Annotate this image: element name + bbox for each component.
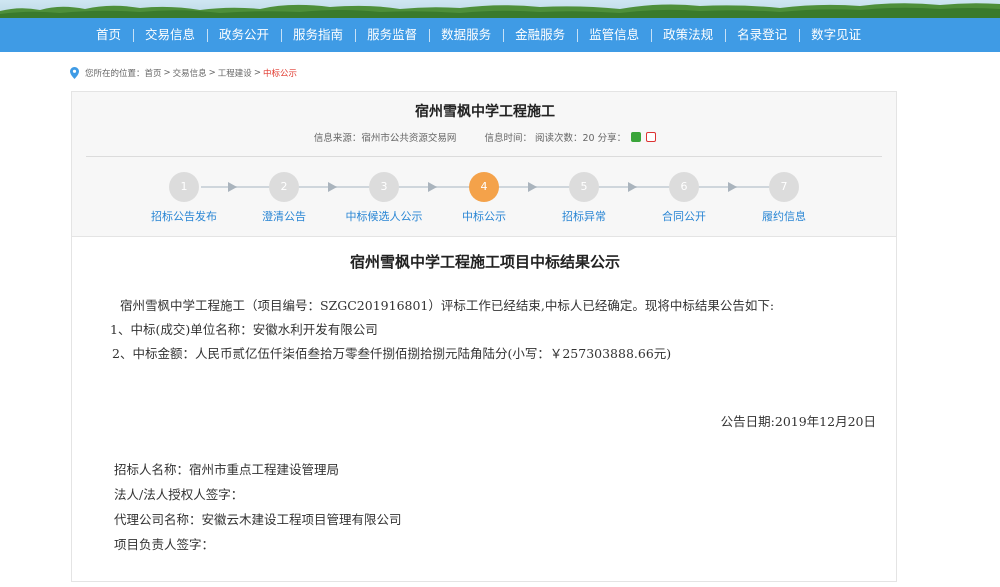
breadcrumb: 您所在的位置： 首页 > 交易信息 > 工程建设 > 中标公示 (70, 66, 297, 80)
nav-policy-law[interactable]: 政策法规 (651, 18, 725, 52)
nav-registry[interactable]: 名录登记 (725, 18, 799, 52)
step-7-circle[interactable]: 7 (769, 172, 799, 202)
breadcrumb-separator: > (208, 68, 216, 78)
step-1-label[interactable]: 招标公告发布 (129, 208, 239, 224)
project-manager-signature: 项目负责人签字： (114, 537, 215, 552)
nav-service-guide[interactable]: 服务指南 (281, 18, 355, 52)
breadcrumb-prefix: 您所在的位置： (85, 69, 145, 79)
step-5-circle[interactable]: 5 (569, 172, 599, 202)
step-7-label[interactable]: 履约信息 (729, 208, 839, 224)
step-6-label[interactable]: 合同公开 (629, 208, 739, 224)
agency-name: 代理公司名称：安徽云木建设工程项目管理有限公司 (114, 512, 402, 527)
main-nav: 首页 交易信息 政务公开 服务指南 服务监督 数据服务 金融服务 监管信息 政策… (0, 18, 1000, 52)
nav-gov-affairs[interactable]: 政务公开 (207, 18, 281, 52)
winning-amount-line: 2、中标金额：人民币贰亿伍仟柒佰叁拾万零叁仟捌佰捌拾捌元陆角陆分(小写：￥257… (112, 346, 672, 361)
step-arrow-icon (728, 182, 737, 192)
breadcrumb-trade-info[interactable]: 交易信息 (173, 67, 207, 79)
step-5-label[interactable]: 招标异常 (529, 208, 639, 224)
breadcrumb-home[interactable]: 首页 (145, 67, 162, 79)
breadcrumb-engineering[interactable]: 工程建设 (218, 67, 252, 79)
announcement-intro: 宿州雪枫中学工程施工（项目编号：SZGC201916801）评标工作已经结束,中… (120, 298, 775, 313)
breadcrumb-separator: > (163, 68, 171, 78)
step-1-circle[interactable]: 1 (169, 172, 199, 202)
nav-service-supervision[interactable]: 服务监督 (355, 18, 429, 52)
step-arrow-icon (628, 182, 637, 192)
winner-name-line: 1、中标(成交)单位名称：安徽水利开发有限公司 (110, 322, 378, 337)
top-banner (0, 0, 1000, 18)
forest-banner-image (0, 3, 1000, 18)
location-pin-icon (70, 67, 79, 79)
step-arrow-icon (428, 182, 437, 192)
nav-regulatory-info[interactable]: 监管信息 (577, 18, 651, 52)
step-arrow-icon (328, 182, 337, 192)
announcement-body: 宿州雪枫中学工程施工项目中标结果公示 宿州雪枫中学工程施工（项目编号：SZGC2… (71, 237, 897, 582)
nav-home[interactable]: 首页 (84, 18, 133, 52)
step-6-circle[interactable]: 6 (669, 172, 699, 202)
nav-trade-info[interactable]: 交易信息 (133, 18, 207, 52)
step-arrow-icon (228, 182, 237, 192)
header-card: 宿州雪枫中学工程施工 信息来源：宿州市公共资源交易网 信息时间： 阅读次数：20… (71, 91, 897, 237)
announcement-title: 宿州雪枫中学工程施工项目中标结果公示 (349, 253, 620, 271)
legal-rep-signature: 法人/法人授权人签字： (114, 487, 244, 502)
tenderer-name: 招标人名称：宿州市重点工程建设管理局 (114, 462, 340, 477)
announcement-date: 公告日期:2019年12月20日 (720, 414, 876, 429)
step-4-label[interactable]: 中标公示 (429, 208, 539, 224)
breadcrumb-current: 中标公示 (262, 69, 297, 79)
step-2-label[interactable]: 澄清公告 (229, 208, 339, 224)
breadcrumb-separator: > (253, 68, 261, 78)
nav-data-service[interactable]: 数据服务 (429, 18, 503, 52)
step-3-label[interactable]: 中标候选人公示 (329, 208, 439, 224)
nav-digital-witness[interactable]: 数字见证 (799, 18, 873, 52)
step-2-circle[interactable]: 2 (269, 172, 299, 202)
nav-finance-service[interactable]: 金融服务 (503, 18, 577, 52)
step-3-circle[interactable]: 3 (369, 172, 399, 202)
process-steps: 1 2 3 4 5 6 7 招标公告发布 澄清公告 中标候选人公示 中标公示 招… (72, 92, 898, 238)
step-4-circle[interactable]: 4 (469, 172, 499, 202)
step-arrow-icon (528, 182, 537, 192)
